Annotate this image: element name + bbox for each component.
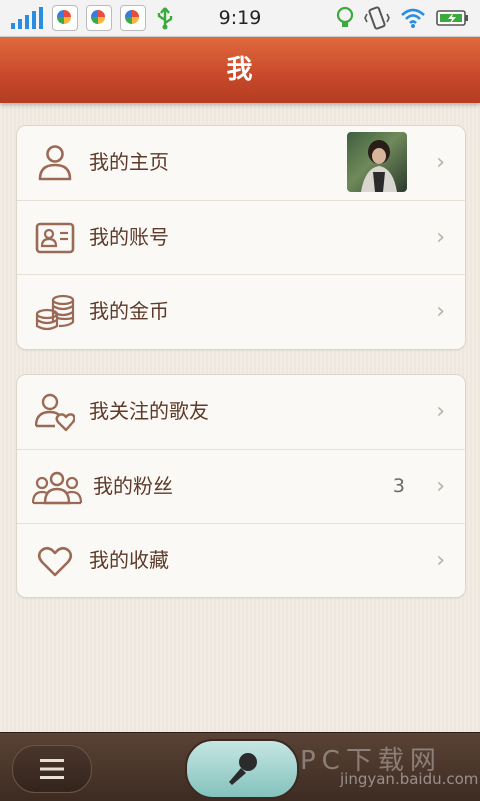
list-item-label: 我的金币 — [89, 299, 169, 323]
person-icon — [38, 145, 72, 181]
list-item-label: 我的主页 — [89, 150, 169, 174]
list-item-account[interactable]: 我的账号 › — [17, 200, 465, 274]
battery-icon — [436, 10, 468, 26]
chevron-right-icon: › — [436, 548, 445, 573]
profile-section: 我的主页 › 我的账号 › 我的金币 › — [16, 125, 466, 350]
heart-icon — [37, 546, 73, 577]
list-item-coins[interactable]: 我的金币 › — [17, 274, 465, 348]
avatar — [347, 132, 407, 192]
list-item-following[interactable]: 我关注的歌友 › — [17, 375, 465, 448]
status-right — [336, 6, 470, 30]
page-title: 我 — [226, 55, 254, 85]
social-section: 我关注的歌友 › 我的粉丝 3 › 我的收藏 › — [16, 374, 466, 598]
list-item-label: 我的粉丝 — [93, 474, 173, 498]
list-item-fans[interactable]: 我的粉丝 3 › — [17, 449, 465, 523]
microphone-icon — [229, 753, 257, 785]
chevron-right-icon: › — [436, 299, 445, 324]
chevron-right-icon: › — [436, 225, 445, 250]
status-bar: 9:19 — [0, 0, 480, 37]
title-bar: 我 — [0, 37, 480, 103]
person-heart-icon — [35, 393, 75, 432]
watermark-url: jingyan.baidu.com — [340, 770, 479, 788]
sing-button[interactable] — [185, 739, 299, 799]
list-item-label: 我关注的歌友 — [89, 399, 209, 423]
chevron-right-icon: › — [436, 150, 445, 175]
list-item-homepage[interactable]: 我的主页 › — [17, 126, 465, 199]
wifi-icon — [401, 8, 425, 28]
menu-button[interactable] — [12, 745, 92, 793]
menu-icon — [40, 759, 64, 779]
group-icon — [31, 471, 83, 505]
list-item-label: 我的账号 — [89, 225, 169, 249]
chevron-right-icon: › — [436, 399, 445, 424]
chevron-right-icon: › — [436, 474, 445, 499]
list-item-label: 我的收藏 — [89, 548, 169, 572]
id-card-icon — [35, 222, 75, 254]
coins-icon — [35, 294, 75, 331]
vibrate-icon — [364, 6, 390, 30]
lightbulb-icon — [336, 6, 354, 27]
list-item-favorites[interactable]: 我的收藏 › — [17, 523, 465, 597]
fans-count: 3 — [392, 475, 405, 497]
